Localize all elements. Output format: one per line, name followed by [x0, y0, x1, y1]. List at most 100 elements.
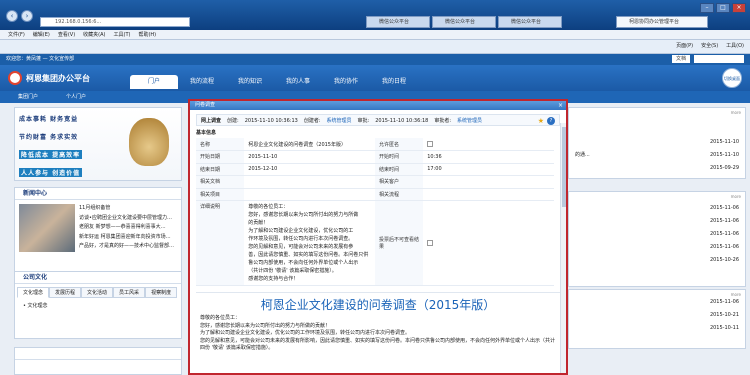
tab-culture-concept[interactable]: 文化理念	[17, 287, 50, 298]
more-link[interactable]: more	[731, 292, 741, 297]
description-value: 尊敬的各位员工： 您好，感谢您长期以来为公司所付出的努力与所做 的贡献！ 为了解…	[244, 200, 375, 286]
list-item[interactable]: 新年好运 柯恩集团喜迎新年向投资市场…	[79, 233, 174, 243]
list-item[interactable]: 2015-11-06	[569, 228, 745, 241]
list-item[interactable]: 2015-10-26	[569, 254, 745, 267]
creator-link[interactable]: 系统管理员	[327, 115, 352, 125]
banner-line: 降低成本 提高效率	[19, 150, 83, 159]
menu-favorites[interactable]: 收藏夹(A)	[83, 30, 105, 39]
creator-label: 创建者:	[303, 118, 321, 124]
start-date-value: 2015-11-10	[244, 150, 375, 164]
field-label: 详细说明	[196, 200, 245, 286]
favorites-bar	[0, 40, 750, 54]
document-title: 柯恩企业文化建设的问卷调查（2015年版）	[260, 298, 496, 312]
close-icon[interactable]: ×	[558, 102, 563, 109]
safety-menu[interactable]: 安全(S)	[701, 40, 718, 52]
tab-history[interactable]: 发展历程	[49, 287, 82, 298]
page-menu[interactable]: 页面(P)	[676, 40, 693, 52]
list-item[interactable]: 2015-09-29	[569, 162, 745, 175]
culture-title: 公司文化	[15, 272, 181, 284]
star-icon[interactable]: ★	[538, 115, 544, 125]
created-label: 创建:	[227, 118, 239, 124]
menu-help[interactable]: 帮助(H)	[138, 30, 156, 39]
right-list-top: more 2015-11-10 的通... 2015-11-10 2015-09-…	[568, 107, 746, 179]
culture-tabs: 文化理念 发展历程 文化活动 员工风采 视察制度	[15, 287, 181, 298]
culture-panel: 公司文化 文化理念 发展历程 文化活动 员工风采 视察制度 • 文化理念	[14, 271, 182, 339]
list-item[interactable]: 的通... 2015-11-10	[569, 149, 745, 162]
back-icon[interactable]: ‹	[6, 10, 18, 22]
menu-file[interactable]: 文件(F)	[8, 30, 25, 39]
field-label: 开始日期	[196, 150, 245, 164]
tab-activities[interactable]: 文化活动	[81, 287, 114, 298]
maximize-icon[interactable]: □	[716, 3, 730, 13]
help-icon[interactable]: ?	[547, 117, 555, 125]
related-project-value[interactable]	[244, 188, 375, 201]
app-logo: 柯恩集团办公平台	[8, 71, 90, 85]
nav-hr[interactable]: 我的人事	[274, 75, 322, 89]
nav-workflow[interactable]: 我的流程	[178, 75, 226, 89]
related-client-value[interactable]	[423, 175, 554, 189]
list-item[interactable]: 2015-11-06	[569, 215, 745, 228]
news-panel: 新闻中心 11月组织备管 访谈•应聘团企业文化建设要中层管理力… 老朋友 新梦想…	[14, 187, 182, 273]
survey-document: 柯恩企业文化建设的问卷调查（2015年版） 尊敬的各位员工： 您好，感谢您长期以…	[196, 292, 560, 362]
culture-item[interactable]: • 文化理念	[15, 298, 181, 313]
more-link[interactable]: more	[731, 194, 741, 199]
nav-buttons: ‹ ›	[6, 10, 33, 22]
bottom-panel	[14, 347, 182, 375]
reviewer-link[interactable]: 系统管理员	[457, 115, 482, 125]
browser-tab[interactable]: 微信公众平台	[366, 16, 430, 28]
watermark: 柯恩饲料	[596, 322, 704, 347]
minimize-icon[interactable]: –	[700, 3, 714, 13]
search-type-select[interactable]: 文档	[671, 55, 690, 63]
survey-name-value: 柯恩企业文化建设的问卷调查（2015年版）	[244, 138, 375, 151]
main-nav: 门户 我的流程 我的知识 我的人事 我的协作 我的日程	[130, 75, 418, 89]
hide-results-checkbox[interactable]	[427, 239, 434, 246]
reviewed-time: 2015-11-10 10:36:18	[375, 118, 429, 124]
more-link[interactable]: more	[731, 110, 741, 115]
tab-staff[interactable]: 员工风采	[113, 287, 146, 298]
browser-tab[interactable]: 微信公众平台	[498, 16, 562, 28]
list-item[interactable]: 2015-11-06	[569, 202, 745, 215]
forward-icon[interactable]: ›	[21, 10, 33, 22]
related-doc-value[interactable]	[244, 175, 375, 189]
nav-knowledge[interactable]: 我的知识	[226, 75, 274, 89]
list-item[interactable]: 产品好，才是真的好——技术中心监督部…	[79, 242, 174, 252]
field-label: 相关客户	[374, 175, 424, 189]
field-label: 名称	[196, 138, 245, 151]
menu-view[interactable]: 查看(V)	[58, 30, 75, 39]
tab-rules[interactable]: 视察制度	[145, 287, 178, 298]
list-item[interactable]: 2015-11-10	[569, 136, 745, 149]
moneybag-image	[129, 118, 169, 166]
command-bar: 页面(P) 安全(S) 工具(O)	[676, 40, 744, 52]
list-item[interactable]: 2015-11-06	[569, 241, 745, 254]
nav-portal[interactable]: 门户	[130, 75, 178, 89]
browser-titlebar: ‹ › 192.168.0.156:6... 微信公众平台 微信公众平台 微信公…	[0, 0, 750, 30]
start-time-value: 10:36	[423, 150, 554, 164]
field-label: 结束时间	[374, 163, 424, 176]
list-item[interactable]: 2015-10-21	[569, 309, 745, 322]
list-item[interactable]: 老朋友 新梦想——恭喜喜得利喜事大…	[79, 223, 174, 233]
close-icon[interactable]: ×	[732, 3, 746, 13]
list-item[interactable]: 11月组织备管	[79, 204, 174, 214]
field-label: 开始时间	[374, 150, 424, 164]
browser-tab-active[interactable]: 柯恩协同办公管理平台	[616, 16, 708, 28]
list-item[interactable]: 2015-11-06	[569, 296, 745, 309]
dialog-scrollbar[interactable]	[560, 123, 566, 373]
list-item[interactable]: 访谈•应聘团企业文化建设要中层管理力…	[79, 214, 174, 224]
search-input[interactable]	[694, 55, 744, 63]
related-flow-value[interactable]	[423, 188, 554, 201]
menu-edit[interactable]: 编辑(E)	[33, 30, 50, 39]
nav-schedule[interactable]: 我的日程	[370, 75, 418, 89]
banner-line: 成本事耗 财务宽益	[19, 116, 79, 123]
anonymous-checkbox[interactable]	[427, 140, 434, 147]
tools-menu[interactable]: 工具(O)	[726, 40, 744, 52]
address-bar[interactable]: 192.168.0.156:6...	[40, 17, 190, 27]
banner-line: 人人参与 创造价值	[19, 168, 83, 177]
menu-tools[interactable]: 工具(T)	[114, 30, 131, 39]
right-list-middle: more 2015-11-06 2015-11-06 2015-11-06 20…	[568, 191, 746, 287]
subnav-personal-portal[interactable]: 个人门户	[66, 91, 86, 103]
nav-collab[interactable]: 我的协作	[322, 75, 370, 89]
browser-tab[interactable]: 微信公众平台	[432, 16, 496, 28]
dialog-title: 问卷调查	[195, 102, 216, 108]
subnav-group-portal[interactable]: 集团门户	[18, 91, 38, 103]
switch-desktop-button[interactable]: 切换桌面	[722, 68, 742, 88]
